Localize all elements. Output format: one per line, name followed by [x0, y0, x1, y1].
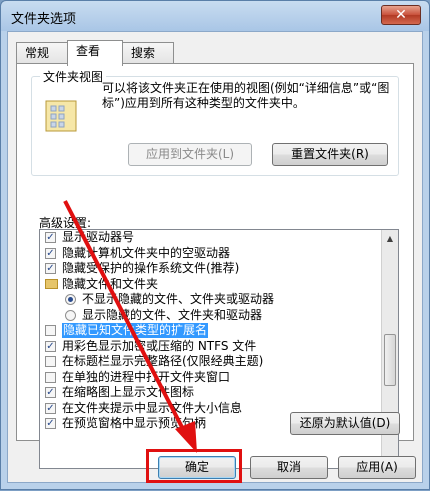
- folder-options-window: 文件夹选项 ✕ 常规 查看 搜索 文件夹视图 可以将该文件夹正在使用的视图(例如…: [0, 0, 430, 490]
- tab-view[interactable]: 查看: [67, 40, 123, 66]
- annotation-arrow-icon: [63, 200, 197, 453]
